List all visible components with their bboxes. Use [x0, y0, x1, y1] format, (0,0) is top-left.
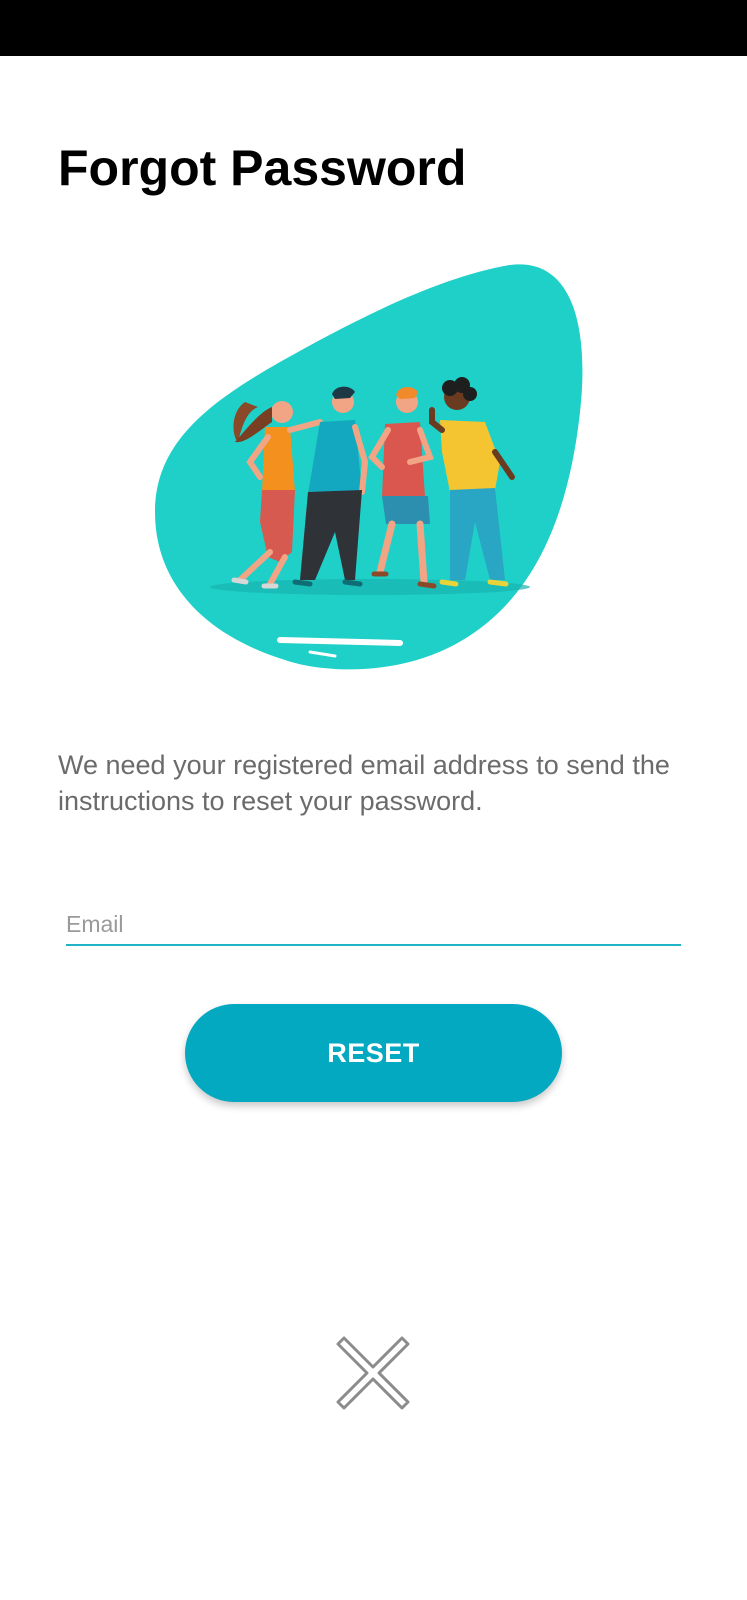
friends-illustration	[155, 264, 583, 670]
email-field	[66, 904, 681, 946]
instructions-text: We need your registered email address to…	[58, 750, 670, 816]
reset-button[interactable]: RESET	[185, 1004, 562, 1102]
status-bar	[0, 0, 747, 56]
page-title: Forgot Password	[58, 140, 467, 196]
email-input[interactable]	[66, 904, 681, 946]
close-icon[interactable]	[328, 1328, 418, 1418]
illustration-blob	[155, 264, 583, 670]
